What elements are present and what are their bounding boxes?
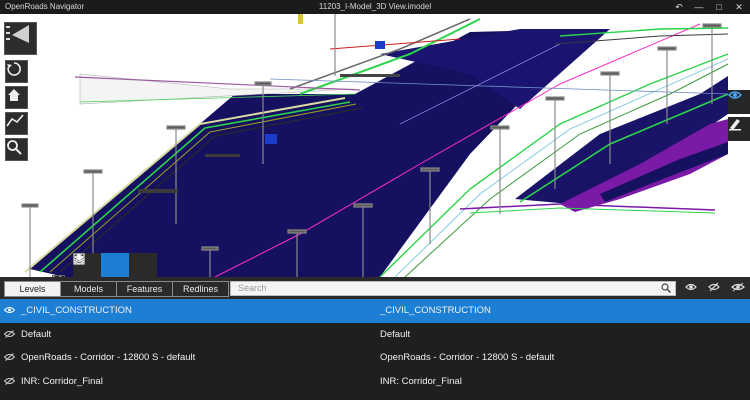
home-icon xyxy=(8,89,20,101)
back-icon[interactable]: ↶ xyxy=(674,0,684,14)
eye-hidden-icon[interactable] xyxy=(4,330,15,338)
search-icon[interactable] xyxy=(661,283,671,293)
show-all-icon[interactable] xyxy=(685,282,697,292)
tab-redlines[interactable]: Redlines xyxy=(173,282,228,296)
level-name: OpenRoads - Corridor - 12800 S - default xyxy=(21,352,196,363)
view-tab-properties[interactable] xyxy=(74,253,157,277)
slab-1 xyxy=(138,189,178,193)
eye-icon[interactable] xyxy=(4,306,15,314)
measure-icon xyxy=(6,114,24,127)
document-title: 11203_I-Model_3D View.imodel xyxy=(318,2,432,11)
zoom-icon xyxy=(7,140,22,155)
panel-header: Levels Models Features Redlines Search xyxy=(0,277,750,299)
model-render xyxy=(21,14,729,277)
level-name: Default xyxy=(21,329,52,340)
sign-block-1 xyxy=(265,134,277,144)
home-button[interactable] xyxy=(5,86,28,109)
rotate-icon xyxy=(7,62,21,76)
maximize-icon[interactable]: □ xyxy=(714,0,724,14)
level-name: _CIVIL_CONSTRUCTION xyxy=(21,305,132,316)
view-tabs xyxy=(73,253,157,277)
properties-icon xyxy=(74,253,84,265)
level-display-name: OpenRoads - Corridor - 12800 S - default xyxy=(380,352,555,363)
tab-models[interactable]: Models xyxy=(61,282,117,296)
level-display-name: Default xyxy=(380,329,411,340)
traffic-signal xyxy=(298,14,303,24)
hide-all-icon[interactable] xyxy=(708,282,720,292)
search-input[interactable]: Search xyxy=(230,281,676,296)
levels-list: _CIVIL_CONSTRUCTION _CIVIL_CONSTRUCTION … xyxy=(0,299,750,400)
tab-features[interactable]: Features xyxy=(117,282,173,296)
minimize-icon[interactable]: — xyxy=(694,0,704,14)
tab-levels[interactable]: Levels xyxy=(5,282,61,296)
search-placeholder: Search xyxy=(238,283,267,293)
list-item[interactable]: _CIVIL_CONSTRUCTION _CIVIL_CONSTRUCTION xyxy=(0,299,750,323)
list-item[interactable]: INR: Corridor_Final INR: Corridor_Final xyxy=(0,370,750,394)
measure-button[interactable] xyxy=(5,112,28,135)
level-name: INR: Corridor_Final xyxy=(21,376,103,387)
eye-hidden-icon[interactable] xyxy=(4,377,15,385)
rotate-button[interactable] xyxy=(5,60,28,83)
close-icon[interactable]: ✕ xyxy=(734,0,744,14)
slab-2 xyxy=(205,154,240,157)
invert-visibility-icon[interactable] xyxy=(731,282,745,292)
view-tab-layers[interactable] xyxy=(73,253,129,277)
level-display-name: _CIVIL_CONSTRUCTION xyxy=(380,305,491,316)
list-item[interactable]: OpenRoads - Corridor - 12800 S - default… xyxy=(0,346,750,370)
3d-viewport[interactable] xyxy=(0,14,750,277)
zoom-button[interactable] xyxy=(5,138,28,161)
markup-button[interactable] xyxy=(728,117,750,141)
markup-icon xyxy=(729,119,741,131)
title-bar: OpenRoads Navigator 11203_I-Model_3D Vie… xyxy=(0,0,750,14)
slab-3 xyxy=(340,74,400,77)
visibility-button[interactable] xyxy=(728,90,750,114)
menu-button[interactable] xyxy=(4,22,37,55)
window-controls: ↶ — □ ✕ xyxy=(674,0,744,14)
list-item[interactable]: Default Default xyxy=(0,323,750,347)
sign-block-2 xyxy=(375,41,385,49)
visibility-icon xyxy=(728,91,742,99)
level-display-name: INR: Corridor_Final xyxy=(380,376,462,387)
menu-icon xyxy=(6,25,29,43)
panel-tabs: Levels Models Features Redlines xyxy=(4,281,229,297)
eye-hidden-icon[interactable] xyxy=(4,353,15,361)
